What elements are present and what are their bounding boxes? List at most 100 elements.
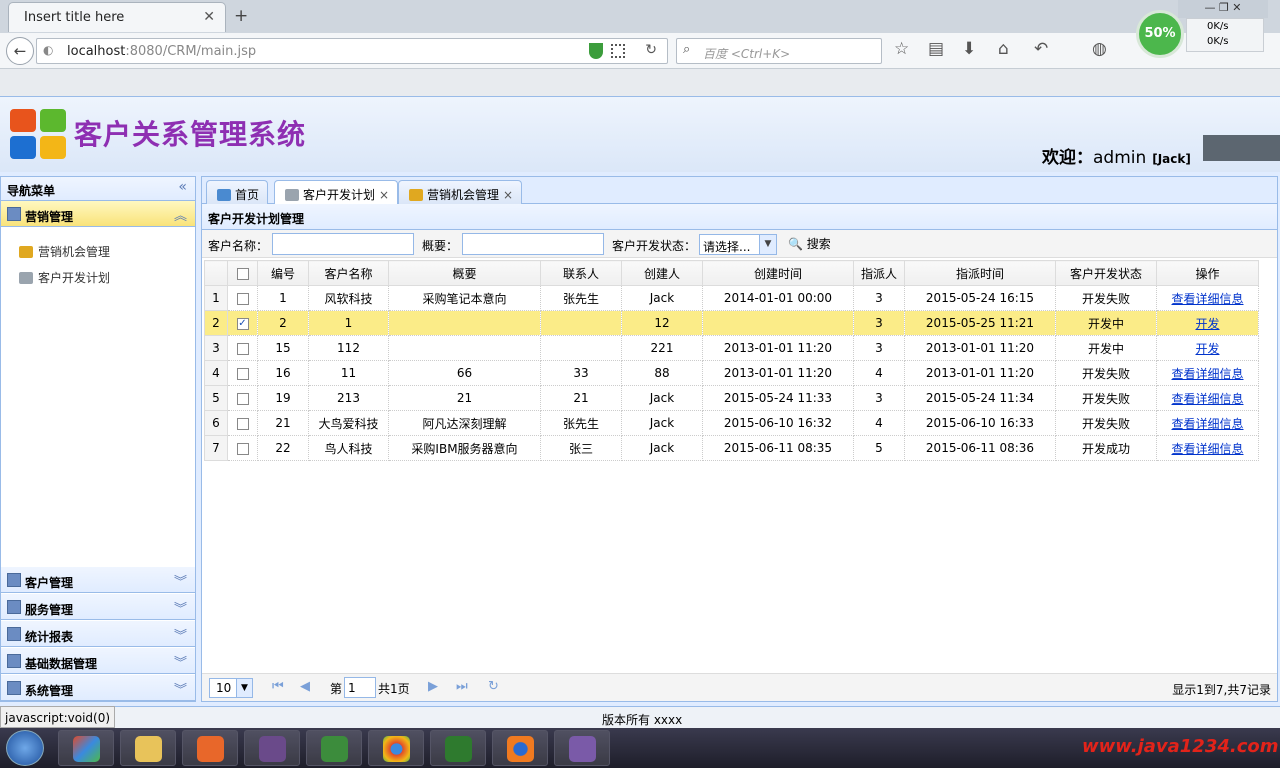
refresh-icon[interactable]: ↻ [488, 679, 499, 694]
table-row[interactable]: 1 1 风软科技 采购笔记本意向 张先生 Jack 2014-01-01 00:00 3 201… [204, 285, 1259, 311]
select-all-checkbox[interactable] [227, 260, 258, 286]
accordion-service[interactable]: 服务管理 ︾ [1, 594, 195, 620]
tab-dev-plan[interactable]: 客户开发计划 × [274, 180, 399, 205]
col-creator[interactable]: 创建人 [621, 260, 703, 286]
chat-icon[interactable]: ◍ [1092, 39, 1107, 59]
table-cell: 21 [540, 385, 622, 411]
accordion-system[interactable]: 系统管理 ︾ [1, 675, 195, 701]
window-controls[interactable]: — ❐ ✕ [1178, 0, 1268, 18]
table-row[interactable]: 2 ✓ 2 1 12 3 2015-05-25 11:21 开发中 开发 [204, 310, 1259, 336]
col-create-time[interactable]: 创建时间 [702, 260, 854, 286]
page-size-select[interactable]: 10 ▼ [209, 678, 253, 698]
speed-gauge[interactable]: 50% [1136, 10, 1184, 58]
taskbar-app-icon[interactable] [58, 730, 114, 766]
chevron-up-icon[interactable]: ︽ [174, 205, 187, 224]
chevron-down-icon[interactable]: ▼ [759, 235, 776, 254]
col-customer-name[interactable]: 客户名称 [308, 260, 389, 286]
download-icon[interactable]: ⬇ [962, 39, 976, 59]
first-page-icon[interactable]: ⏮ [272, 679, 284, 694]
coins-icon [409, 189, 423, 201]
search-box[interactable]: ⌕ 百度 <Ctrl+K> [676, 38, 882, 64]
prev-page-icon[interactable]: ◀ [300, 679, 310, 694]
close-icon[interactable]: × [379, 188, 389, 202]
col-id[interactable]: 编号 [257, 260, 309, 286]
row-checkbox[interactable] [227, 435, 258, 461]
col-assign-time[interactable]: 指派时间 [904, 260, 1056, 286]
col-action[interactable]: 操作 [1156, 260, 1259, 286]
row-checkbox[interactable] [227, 360, 258, 386]
url-text[interactable]: localhost:8080/CRM/main.jsp [67, 44, 256, 59]
row-checkbox[interactable] [227, 285, 258, 311]
collapse-icon[interactable]: « [178, 179, 187, 195]
address-bar[interactable]: ◐ localhost:8080/CRM/main.jsp ↻ [36, 38, 668, 64]
sidebar-item-dev-plan[interactable]: 客户开发计划 [19, 269, 110, 286]
chevron-down-icon[interactable]: ︾ [174, 625, 187, 644]
camtasia-icon[interactable] [430, 730, 486, 766]
undo-icon[interactable]: ↶ [1034, 39, 1048, 59]
site-info-icon[interactable]: ◐ [43, 43, 53, 57]
start-icon[interactable] [6, 730, 44, 766]
row-checkbox[interactable] [227, 385, 258, 411]
table-row[interactable]: 6 21 大鸟爱科技 阿凡达深刻理解 张先生 Jack 2015-06-10 16:32 4 2… [204, 410, 1259, 436]
chevron-down-icon[interactable]: ︾ [174, 571, 187, 590]
reading-list-icon[interactable]: ▤ [928, 39, 944, 59]
browser-tab[interactable]: Insert title here ✕ [8, 2, 226, 32]
action-link[interactable]: 开发 [1195, 342, 1219, 356]
close-icon[interactable]: ✕ [203, 9, 215, 25]
action-link[interactable]: 查看详细信息 [1171, 367, 1243, 381]
table-row[interactable]: 3 15 112 221 2013-01-01 11:20 3 2013-01-01 11:… [204, 335, 1259, 361]
table-row[interactable]: 4 16 11 66 33 88 2013-01-01 11:20 4 2013-01-01 1… [204, 360, 1259, 386]
close-icon[interactable]: × [503, 188, 513, 202]
app-icon[interactable] [554, 730, 610, 766]
chevron-down-icon[interactable]: ︾ [174, 679, 187, 698]
summary-input[interactable] [462, 233, 604, 255]
star-icon[interactable]: ☆ [894, 39, 909, 59]
page-number-input[interactable]: 1 [344, 677, 376, 698]
camtasia-icon[interactable] [306, 730, 362, 766]
chevron-down-icon[interactable]: ︾ [174, 652, 187, 671]
row-checkbox[interactable] [227, 335, 258, 361]
action-link[interactable]: 查看详细信息 [1171, 392, 1243, 406]
new-tab-icon[interactable]: + [234, 6, 248, 26]
action-link[interactable]: 查看详细信息 [1171, 417, 1243, 431]
folder-icon[interactable] [120, 730, 176, 766]
tab-home[interactable]: 首页 [206, 180, 269, 204]
chevron-down-icon[interactable]: ▼ [236, 679, 252, 697]
action-link[interactable]: 开发 [1195, 317, 1219, 331]
chevron-down-icon[interactable]: ︾ [174, 598, 187, 617]
accordion-reports[interactable]: 统计报表 ︾ [1, 621, 195, 647]
powerpoint-icon[interactable] [182, 730, 238, 766]
table-row[interactable]: 5 19 213 21 21 Jack 2015-05-24 11:33 3 2015-05-2… [204, 385, 1259, 411]
next-page-icon[interactable]: ▶ [428, 679, 438, 694]
row-checkbox[interactable]: ✓ [227, 310, 258, 336]
col-contact[interactable]: 联系人 [540, 260, 622, 286]
chrome-icon[interactable] [368, 730, 424, 766]
accordion-customer[interactable]: 客户管理 ︾ [1, 567, 195, 593]
database-icon [7, 654, 21, 668]
qrcode-icon[interactable] [611, 44, 625, 58]
table-cell: 2015-05-24 11:34 [904, 385, 1056, 411]
accordion-basic-data[interactable]: 基础数据管理 ︾ [1, 648, 195, 674]
last-page-icon[interactable]: ⏭ [456, 679, 468, 694]
search-button[interactable]: 🔍 搜索 [788, 235, 831, 252]
action-link[interactable]: 查看详细信息 [1171, 292, 1243, 306]
tab-opportunity[interactable]: 营销机会管理 × [398, 180, 523, 204]
customer-name-input[interactable] [272, 233, 414, 255]
accordion-marketing[interactable]: 营销管理 ︽ [1, 201, 195, 227]
row-checkbox[interactable] [227, 410, 258, 436]
firefox-icon[interactable] [492, 730, 548, 766]
coins-icon [19, 246, 33, 258]
sidebar-item-opportunity[interactable]: 营销机会管理 [19, 243, 110, 260]
shield-icon[interactable] [589, 43, 603, 59]
col-summary[interactable]: 概要 [388, 260, 541, 286]
dev-status-select[interactable]: 请选择... ▼ [699, 234, 777, 255]
col-assignee[interactable]: 指派人 [853, 260, 905, 286]
table-row[interactable]: 7 22 鸟人科技 采购IBM服务器意向 张三 Jack 2015-06-11 08:35 5… [204, 435, 1259, 461]
ide-icon[interactable] [244, 730, 300, 766]
back-icon[interactable]: ← [6, 37, 34, 65]
floating-toolbar[interactable] [1203, 135, 1280, 161]
col-dev-status[interactable]: 客户开发状态 [1055, 260, 1157, 286]
home-icon[interactable]: ⌂ [998, 39, 1009, 59]
reload-icon[interactable]: ↻ [645, 42, 657, 58]
action-link[interactable]: 查看详细信息 [1171, 442, 1243, 456]
